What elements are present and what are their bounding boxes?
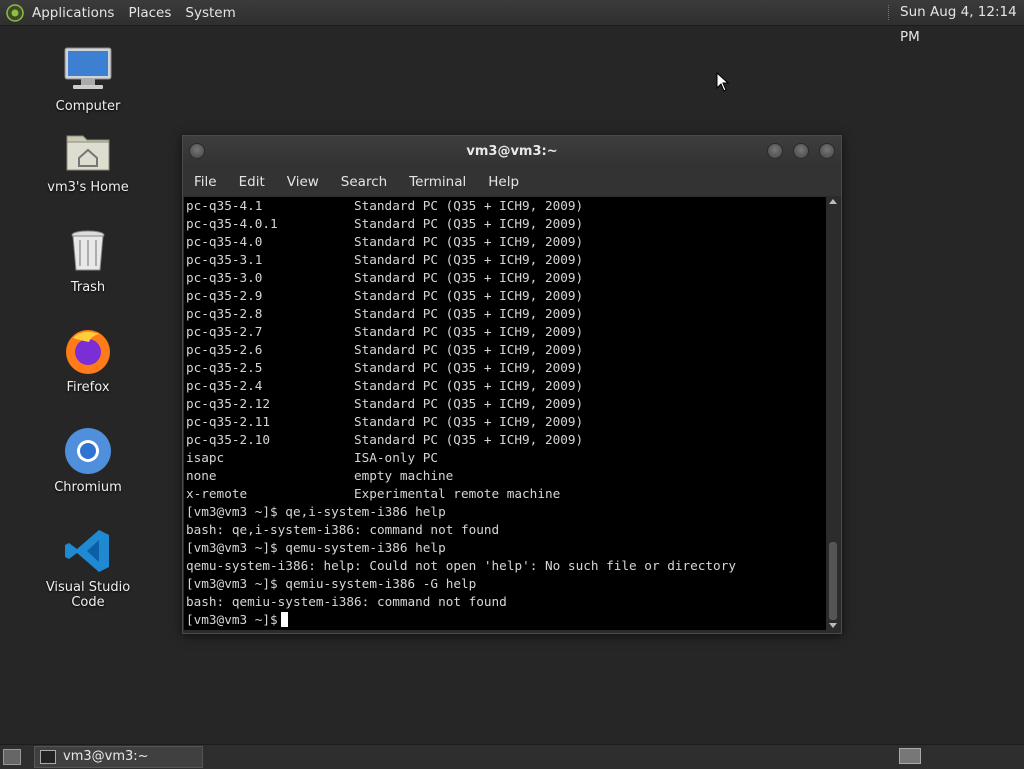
clock[interactable]: Sun Aug 4, 12:14 PM <box>900 0 1024 50</box>
menu-terminal[interactable]: Terminal <box>409 174 466 190</box>
maximize-button[interactable] <box>793 143 809 159</box>
terminal-line: [vm3@vm3 ~]$ qemu-system-i386 help <box>186 540 446 555</box>
desktop-icon-firefox[interactable]: Firefox <box>28 326 148 395</box>
desktop-icon-trash[interactable]: Trash <box>28 226 148 295</box>
terminal-line: pc-q35-2.6 Standard PC (Q35 + ICH9, 2009) <box>186 342 584 357</box>
computer-icon <box>64 47 112 89</box>
distro-logo-icon[interactable] <box>6 3 24 22</box>
terminal-line: none empty machine <box>186 468 454 483</box>
terminal-line: bash: qe,i-system-i386: command not foun… <box>186 522 500 537</box>
taskbar-item-label: vm3@vm3:~ <box>63 749 149 764</box>
home-folder-icon <box>66 135 110 171</box>
scrollbar-thumb[interactable] <box>829 542 837 620</box>
desktop-icon-label: vm3's Home <box>47 180 129 195</box>
desktop-icon-label: Chromium <box>54 480 122 495</box>
terminal-line: [vm3@vm3 ~]$ qe,i-system-i386 help <box>186 504 446 519</box>
prompt: [vm3@vm3 ~]$ <box>186 612 278 627</box>
terminal-icon <box>40 750 56 764</box>
trash-icon <box>71 230 105 271</box>
terminal-scrollbar[interactable] <box>827 197 839 630</box>
show-desktop-icon[interactable] <box>3 749 21 765</box>
terminal-line: pc-q35-2.9 Standard PC (Q35 + ICH9, 2009) <box>186 288 584 303</box>
terminal-prompt-line[interactable]: [vm3@vm3 ~]$ <box>184 611 826 629</box>
terminal-line: pc-q35-3.1 Standard PC (Q35 + ICH9, 2009) <box>186 252 584 267</box>
menu-file[interactable]: File <box>194 174 217 190</box>
terminal-output[interactable]: pc-q35-4.1 Standard PC (Q35 + ICH9, 2009)… <box>184 197 826 630</box>
terminal-line: pc-q35-4.0.1 Standard PC (Q35 + ICH9, 200… <box>186 216 584 231</box>
terminal-line: qemu-system-i386: help: Could not open '… <box>186 558 736 573</box>
desktop-icon-label: Firefox <box>66 380 110 395</box>
menu-view[interactable]: View <box>287 174 319 190</box>
terminal-line: bash: qemiu-system-i386: command not fou… <box>186 594 507 609</box>
window-titlebar[interactable]: vm3@vm3:~ <box>183 136 841 167</box>
terminal-line: x-remote Experimental remote machine <box>186 486 561 501</box>
terminal-menubar: File Edit View Search Terminal Help <box>183 167 841 196</box>
terminal-line: pc-q35-2.10 Standard PC (Q35 + ICH9, 2009… <box>186 432 584 447</box>
chromium-icon <box>65 428 111 474</box>
terminal-line: pc-q35-2.12 Standard PC (Q35 + ICH9, 2009… <box>186 396 584 411</box>
menu-edit[interactable]: Edit <box>239 174 265 190</box>
scroll-up-icon[interactable] <box>829 199 837 204</box>
window-title: vm3@vm3:~ <box>466 144 558 159</box>
terminal-line: pc-q35-2.11 Standard PC (Q35 + ICH9, 2009… <box>186 414 584 429</box>
mouse-pointer-icon <box>716 72 730 92</box>
terminal-line: pc-q35-2.7 Standard PC (Q35 + ICH9, 2009) <box>186 324 584 339</box>
terminal-line: pc-q35-4.0 Standard PC (Q35 + ICH9, 2009) <box>186 234 584 249</box>
menu-applications[interactable]: Applications <box>32 5 114 21</box>
desktop-icon-label: Computer <box>55 99 121 114</box>
scroll-down-icon[interactable] <box>829 623 837 628</box>
terminal-line: pc-q35-2.8 Standard PC (Q35 + ICH9, 2009) <box>186 306 584 321</box>
desktop-icon-computer[interactable]: Computer <box>28 45 148 114</box>
terminal-line: pc-q35-3.0 Standard PC (Q35 + ICH9, 2009) <box>186 270 584 285</box>
terminal-line: [vm3@vm3 ~]$ qemiu-system-i386 -G help <box>186 576 477 591</box>
desktop-icon-chromium[interactable]: Chromium <box>28 426 148 495</box>
terminal-line: pc-q35-2.4 Standard PC (Q35 + ICH9, 2009) <box>186 378 584 393</box>
firefox-icon <box>66 330 110 374</box>
panel-separator <box>888 5 891 20</box>
terminal-line: pc-q35-4.1 Standard PC (Q35 + ICH9, 2009) <box>186 198 584 213</box>
window-menu-icon[interactable] <box>189 143 205 159</box>
close-button[interactable] <box>819 143 835 159</box>
text-cursor <box>280 612 288 627</box>
desktop-icon-label: Trash <box>70 280 106 295</box>
workspace-switcher[interactable] <box>899 748 921 764</box>
terminal-line: pc-q35-2.5 Standard PC (Q35 + ICH9, 2009) <box>186 360 584 375</box>
terminal-line: isapc ISA-only PC <box>186 450 439 465</box>
menu-search[interactable]: Search <box>341 174 387 190</box>
terminal-window: vm3@vm3:~ File Edit View Search Terminal… <box>182 135 842 634</box>
desktop-icon-label: Visual Studio Code <box>45 580 131 610</box>
desktop-icon-vscode[interactable]: Visual Studio Code <box>28 526 148 610</box>
menu-places[interactable]: Places <box>128 5 171 21</box>
taskbar-item-terminal[interactable]: vm3@vm3:~ <box>34 746 203 768</box>
menu-help[interactable]: Help <box>488 174 519 190</box>
minimize-button[interactable] <box>767 143 783 159</box>
vscode-icon <box>65 530 109 572</box>
top-panel: Applications Places System Sun Aug 4, 12… <box>0 0 1024 45</box>
bottom-panel: vm3@vm3:~ <box>0 744 1024 769</box>
desktop-icon-home[interactable]: vm3's Home <box>28 126 148 195</box>
menu-system[interactable]: System <box>185 5 235 21</box>
